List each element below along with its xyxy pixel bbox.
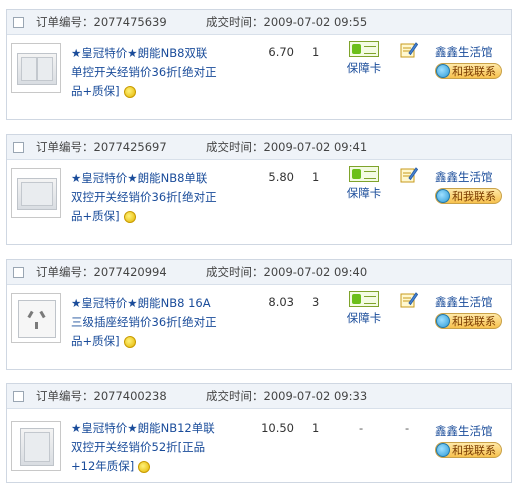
guarantee-card[interactable]: 保障卡 xyxy=(342,166,386,201)
deal-time: 成交时间：2009-07-02 09:40 xyxy=(206,265,368,279)
title-line[interactable]: 双控开关经销价36折[绝对正 xyxy=(71,190,217,204)
edit-icon[interactable] xyxy=(400,41,418,59)
order-header: 订单编号：2077425697 成交时间：2009-07-02 09:41 xyxy=(7,135,511,160)
order-checkbox[interactable] xyxy=(13,141,24,153)
guarantee-label[interactable]: 保障卡 xyxy=(347,61,382,75)
socket-icon[interactable] xyxy=(11,293,61,343)
item-quantity: 1 xyxy=(312,45,320,59)
item-title[interactable]: ★皇冠特价★朗能NB8 16A 三级插座经销价36折[绝对正 品+质保] xyxy=(71,294,236,351)
shop-info: 鑫鑫生活馆 和我联系 xyxy=(435,44,513,81)
order-card: 订单编号：2077420994 成交时间：2009-07-02 09:40 ★皇… xyxy=(6,259,512,370)
chat-icon xyxy=(436,64,450,78)
title-line[interactable]: ★皇冠特价★朗能NB12单联 xyxy=(71,421,215,435)
chat-icon xyxy=(436,189,450,203)
order-header: 订单编号：2077475639 成交时间：2009-07-02 09:55 xyxy=(7,10,511,35)
title-line[interactable]: ★皇冠特价★朗能NB8 16A xyxy=(71,296,211,310)
item-quantity: 1 xyxy=(312,170,320,184)
order-checkbox[interactable] xyxy=(13,16,24,28)
order-body: ★皇冠特价★朗能NB8 16A 三级插座经销价36折[绝对正 品+质保] 8.0… xyxy=(7,285,511,369)
item-quantity: 3 xyxy=(312,295,320,309)
guarantee-card-icon xyxy=(349,166,379,182)
bulb-icon xyxy=(123,85,136,98)
title-line[interactable]: +12年质保] xyxy=(71,459,134,473)
shop-name[interactable]: 鑫鑫生活馆 xyxy=(435,44,513,60)
single-switch-icon[interactable] xyxy=(11,168,61,218)
double-switch-icon[interactable] xyxy=(11,43,61,93)
order-card: 订单编号：2077400238 成交时间：2009-07-02 09:33 ★皇… xyxy=(6,383,512,483)
title-line[interactable]: 双控开关经销价52折[正品 xyxy=(71,440,205,454)
guarantee-card[interactable]: 保障卡 xyxy=(342,41,386,76)
contact-seller-button[interactable]: 和我联系 xyxy=(435,63,502,79)
order-body: ★皇冠特价★朗能NB12单联 双控开关经销价52折[正品 +12年质保] 10.… xyxy=(7,409,511,493)
single-switch-icon[interactable] xyxy=(11,421,61,471)
edit-icon[interactable] xyxy=(400,291,418,309)
review-none: - xyxy=(405,421,410,435)
contact-label: 和我联系 xyxy=(452,315,496,328)
item-price: 10.50 xyxy=(261,421,294,435)
shop-name[interactable]: 鑫鑫生活馆 xyxy=(435,294,513,310)
shop-info: 鑫鑫生活馆 和我联系 xyxy=(435,294,513,331)
bulb-icon xyxy=(123,335,136,348)
order-checkbox[interactable] xyxy=(13,266,24,278)
item-price: 5.80 xyxy=(268,170,294,184)
item-title[interactable]: ★皇冠特价★朗能NB12单联 双控开关经销价52折[正品 +12年质保] xyxy=(71,419,236,476)
title-line[interactable]: 品+质保] xyxy=(71,209,120,223)
order-number: 订单编号：2077425697 xyxy=(36,140,167,154)
title-line[interactable]: ★皇冠特价★朗能NB8双联 xyxy=(71,46,207,60)
order-card: 订单编号：2077425697 成交时间：2009-07-02 09:41 ★皇… xyxy=(6,134,512,245)
chat-icon xyxy=(436,314,450,328)
guarantee-label[interactable]: 保障卡 xyxy=(347,186,382,200)
title-line[interactable]: ★皇冠特价★朗能NB8单联 xyxy=(71,171,207,185)
order-number: 订单编号：2077400238 xyxy=(36,389,167,403)
bulb-icon xyxy=(123,210,136,223)
title-line[interactable]: 单控开关经销价36折[绝对正 xyxy=(71,65,217,79)
contact-seller-button[interactable]: 和我联系 xyxy=(435,442,502,458)
deal-time: 成交时间：2009-07-02 09:41 xyxy=(206,140,368,154)
order-number: 订单编号：2077420994 xyxy=(36,265,167,279)
guarantee-card-icon xyxy=(349,41,379,57)
contact-label: 和我联系 xyxy=(452,65,496,78)
item-title[interactable]: ★皇冠特价★朗能NB8双联 单控开关经销价36折[绝对正 品+质保] xyxy=(71,44,236,101)
order-header: 订单编号：2077420994 成交时间：2009-07-02 09:40 xyxy=(7,260,511,285)
order-number: 订单编号：2077475639 xyxy=(36,15,167,29)
item-title[interactable]: ★皇冠特价★朗能NB8单联 双控开关经销价36折[绝对正 品+质保] xyxy=(71,169,236,226)
contact-seller-button[interactable]: 和我联系 xyxy=(435,313,502,329)
title-line[interactable]: 品+质保] xyxy=(71,334,120,348)
item-price: 8.03 xyxy=(268,295,294,309)
title-line[interactable]: 三级插座经销价36折[绝对正 xyxy=(71,315,217,329)
contact-label: 和我联系 xyxy=(452,444,496,457)
item-quantity: 1 xyxy=(312,421,320,435)
contact-seller-button[interactable]: 和我联系 xyxy=(435,188,502,204)
guarantee-label[interactable]: 保障卡 xyxy=(347,311,382,325)
deal-time: 成交时间：2009-07-02 09:33 xyxy=(206,389,368,403)
order-header: 订单编号：2077400238 成交时间：2009-07-02 09:33 xyxy=(7,384,511,409)
shop-name[interactable]: 鑫鑫生活馆 xyxy=(435,423,513,439)
order-checkbox[interactable] xyxy=(13,390,24,402)
shop-info: 鑫鑫生活馆 和我联系 xyxy=(435,169,513,206)
guarantee-none: - xyxy=(359,421,364,435)
order-body: ★皇冠特价★朗能NB8单联 双控开关经销价36折[绝对正 品+质保] 5.80 … xyxy=(7,160,511,244)
contact-label: 和我联系 xyxy=(452,190,496,203)
item-price: 6.70 xyxy=(268,45,294,59)
deal-time: 成交时间：2009-07-02 09:55 xyxy=(206,15,368,29)
chat-icon xyxy=(436,443,450,457)
guarantee-card-icon xyxy=(349,291,379,307)
guarantee-card[interactable]: 保障卡 xyxy=(342,291,386,326)
shop-name[interactable]: 鑫鑫生活馆 xyxy=(435,169,513,185)
order-card: 订单编号：2077475639 成交时间：2009-07-02 09:55 ★皇… xyxy=(6,9,512,120)
shop-info: 鑫鑫生活馆 和我联系 xyxy=(435,423,513,460)
title-line[interactable]: 品+质保] xyxy=(71,84,120,98)
order-body: ★皇冠特价★朗能NB8双联 单控开关经销价36折[绝对正 品+质保] 6.70 … xyxy=(7,35,511,119)
edit-icon[interactable] xyxy=(400,166,418,184)
bulb-icon xyxy=(138,460,151,473)
